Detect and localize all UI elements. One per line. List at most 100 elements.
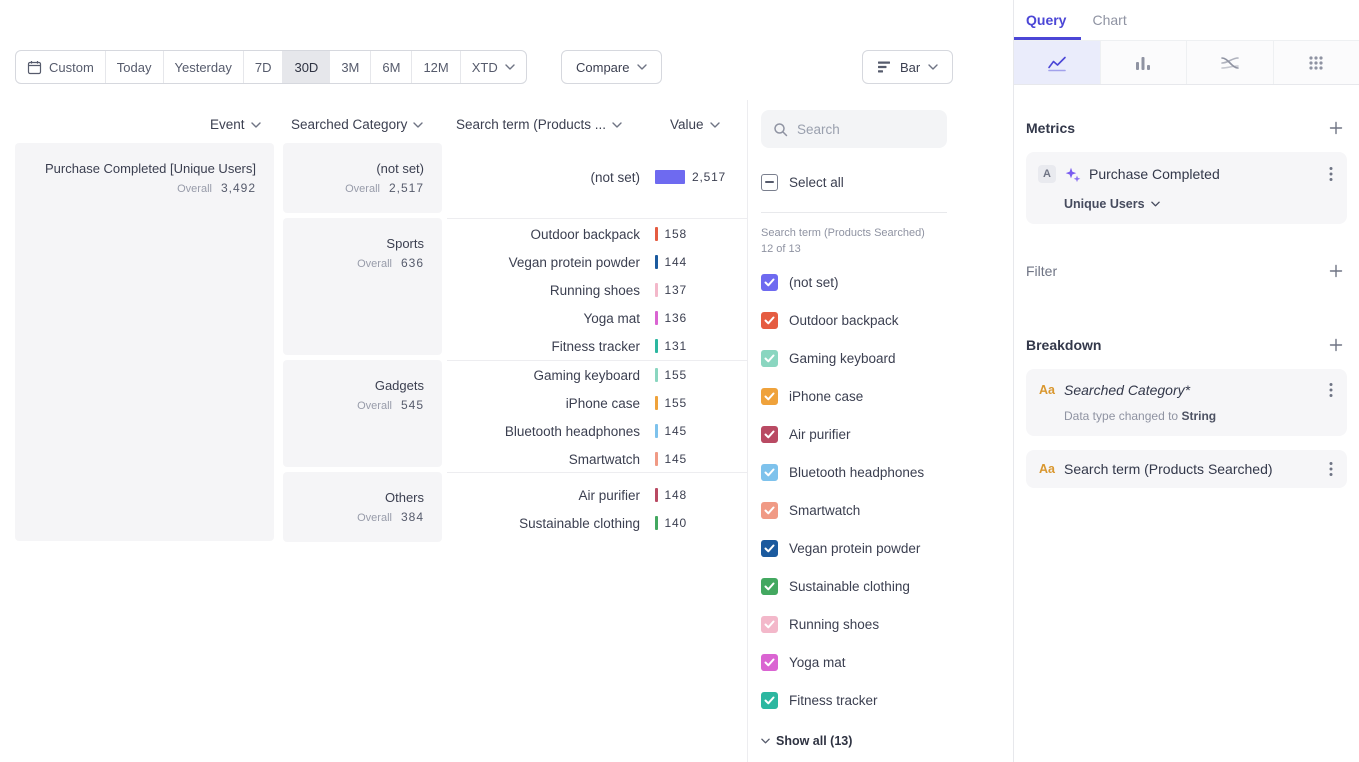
checkbox-checked[interactable] <box>761 502 778 519</box>
range-button-30d[interactable]: 30D <box>282 51 329 83</box>
term-row[interactable]: iPhone case155 <box>447 389 747 417</box>
overall-value: 636 <box>401 256 424 270</box>
segment-checkbox-item[interactable]: Bluetooth headphones <box>761 464 1013 482</box>
column-header-category[interactable]: Searched Category <box>291 117 423 132</box>
segment-checkbox-item[interactable]: iPhone case <box>761 388 1013 406</box>
checkbox-checked[interactable] <box>761 274 778 291</box>
breakdown-card-searched-category[interactable]: Aa Searched Category* Data type changed … <box>1026 369 1347 436</box>
breakdown-card-row: Aa Searched Category* <box>1038 382 1335 398</box>
insights-view-button[interactable] <box>1014 41 1101 84</box>
range-button-6m[interactable]: 6M <box>370 51 411 83</box>
overall-label: Overall <box>345 183 380 195</box>
grid-view-button[interactable] <box>1274 41 1359 84</box>
term-row[interactable]: Sustainable clothing140 <box>447 509 747 537</box>
term-row[interactable]: Running shoes137 <box>447 276 747 304</box>
tab-query[interactable]: Query <box>1026 12 1066 28</box>
flows-chart-icon <box>1220 55 1240 71</box>
show-all-button[interactable]: Show all (13) <box>761 734 1013 748</box>
segment-checkbox-item[interactable]: Vegan protein powder <box>761 540 1013 558</box>
flows-view-button[interactable] <box>1187 41 1274 84</box>
category-cell-gadgets[interactable]: Gadgets Overall 545 <box>283 360 442 467</box>
checkbox-checked[interactable] <box>761 464 778 481</box>
checkbox-checked[interactable] <box>761 616 778 633</box>
compare-button[interactable]: Compare <box>561 50 662 84</box>
measure-selector[interactable]: Unique Users <box>1064 197 1335 211</box>
dots-grid-icon <box>1308 55 1324 71</box>
category-cell-sports[interactable]: Sports Overall 636 <box>283 218 442 355</box>
chart-type-label: Bar <box>900 60 920 75</box>
term-row[interactable]: Bluetooth headphones145 <box>447 417 747 445</box>
checkbox-checked[interactable] <box>761 426 778 443</box>
segment-checkbox-item[interactable]: Sustainable clothing <box>761 578 1013 596</box>
segment-checkbox-item[interactable]: Yoga mat <box>761 654 1013 672</box>
breakdown-menu-button[interactable] <box>1327 461 1335 477</box>
column-header-search-term[interactable]: Search term (Products ... <box>456 117 622 132</box>
breakdown-menu-button[interactable] <box>1327 382 1335 398</box>
term-row[interactable]: Fitness tracker131 <box>447 332 747 360</box>
category-cell-not-set[interactable]: (not set) Overall 2,517 <box>283 143 442 213</box>
segment-checkbox-item[interactable]: Running shoes <box>761 616 1013 634</box>
term-row[interactable]: (not set)2,517 <box>447 163 747 191</box>
segment-checkbox-item[interactable]: Outdoor backpack <box>761 312 1013 330</box>
term-label: Vegan protein powder <box>447 255 640 270</box>
bar-chart-icon <box>1134 54 1152 72</box>
term-label: iPhone case <box>447 396 640 411</box>
metric-card[interactable]: A Purchase Completed Unique Users <box>1026 152 1347 224</box>
term-label: Smartwatch <box>447 452 640 467</box>
checkbox-checked[interactable] <box>761 312 778 329</box>
range-button-xtd[interactable]: XTD <box>460 51 526 83</box>
checkbox-indeterminate[interactable] <box>761 174 778 191</box>
segment-checkbox-item[interactable]: Smartwatch <box>761 502 1013 520</box>
term-row[interactable]: Yoga mat136 <box>447 304 747 332</box>
tab-chart[interactable]: Chart <box>1092 12 1126 28</box>
range-button-today[interactable]: Today <box>105 51 163 83</box>
event-cell[interactable]: Purchase Completed [Unique Users] Overal… <box>15 143 274 541</box>
range-button-12m[interactable]: 12M <box>411 51 459 83</box>
custom-date-button[interactable]: Custom <box>16 51 105 83</box>
chevron-down-icon <box>710 122 720 128</box>
chevron-down-icon <box>505 64 515 70</box>
value-bar <box>655 488 658 502</box>
checkbox-checked[interactable] <box>761 350 778 367</box>
chevron-down-icon <box>1151 201 1160 207</box>
segment-checkbox-item[interactable]: Gaming keyboard <box>761 350 1013 368</box>
term-row[interactable]: Smartwatch145 <box>447 445 747 473</box>
term-row[interactable]: Vegan protein powder144 <box>447 248 747 276</box>
term-row[interactable]: Outdoor backpack158 <box>447 220 747 248</box>
add-filter-button[interactable] <box>1325 260 1347 282</box>
segment-checkbox-item[interactable]: (not set) <box>761 274 1013 292</box>
segment-label: iPhone case <box>789 389 863 404</box>
breakdown-card-search-term[interactable]: Aa Search term (Products Searched) <box>1026 450 1347 488</box>
select-all-label: Select all <box>789 175 844 190</box>
term-label: Fitness tracker <box>447 339 640 354</box>
search-input[interactable] <box>797 122 935 137</box>
chart-type-button[interactable]: Bar <box>862 50 953 84</box>
checkbox-checked[interactable] <box>761 540 778 557</box>
segment-checkbox-item[interactable]: Fitness tracker <box>761 692 1013 710</box>
segment-checkbox-item[interactable]: Air purifier <box>761 426 1013 444</box>
chevron-down-icon <box>612 122 622 128</box>
checkbox-checked[interactable] <box>761 692 778 709</box>
term-row[interactable]: Gaming keyboard155 <box>447 361 747 389</box>
category-cell-others[interactable]: Others Overall 384 <box>283 472 442 542</box>
range-button-7d[interactable]: 7D <box>243 51 283 83</box>
checkbox-checked[interactable] <box>761 578 778 595</box>
column-header-value[interactable]: Value <box>670 117 720 132</box>
add-metric-button[interactable] <box>1325 117 1347 139</box>
range-button-yesterday[interactable]: Yesterday <box>163 51 243 83</box>
column-header-event[interactable]: Event <box>210 117 261 132</box>
metric-menu-button[interactable] <box>1327 166 1335 182</box>
overall-label: Overall <box>177 183 212 195</box>
checkbox-checked[interactable] <box>761 654 778 671</box>
range-button-3m[interactable]: 3M <box>329 51 370 83</box>
segment-label: Vegan protein powder <box>789 541 920 556</box>
checkbox-checked[interactable] <box>761 388 778 405</box>
compare-label: Compare <box>576 60 629 75</box>
search-box[interactable] <box>761 110 947 148</box>
term-row[interactable]: Air purifier148 <box>447 481 747 509</box>
add-breakdown-button[interactable] <box>1325 334 1347 356</box>
overall-value: 384 <box>401 510 424 524</box>
bar-view-button[interactable] <box>1101 41 1188 84</box>
select-all[interactable]: Select all <box>761 172 1013 192</box>
value-bar <box>655 339 658 353</box>
